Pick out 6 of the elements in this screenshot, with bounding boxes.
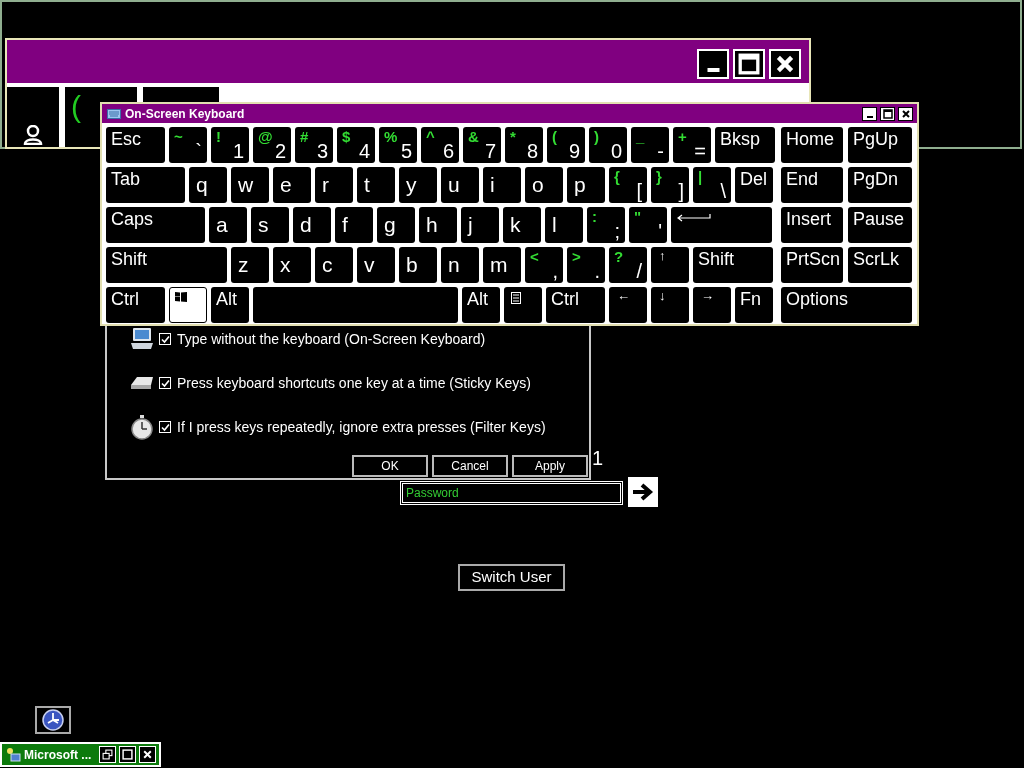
option-label: Type without the keyboard (On-Screen Keyboard) (176, 329, 486, 349)
option-label: Press keyboard shortcuts one key at a time (Sticky Keys) (176, 373, 532, 393)
count-label: 1 (592, 446, 604, 470)
taskbar-title: Microsoft ... (24, 746, 92, 764)
option-label: If I press keys repeatedly, ignore extra presses (Filter Keys) (176, 417, 546, 437)
window-title: On-Screen Keyboard (125, 105, 245, 123)
